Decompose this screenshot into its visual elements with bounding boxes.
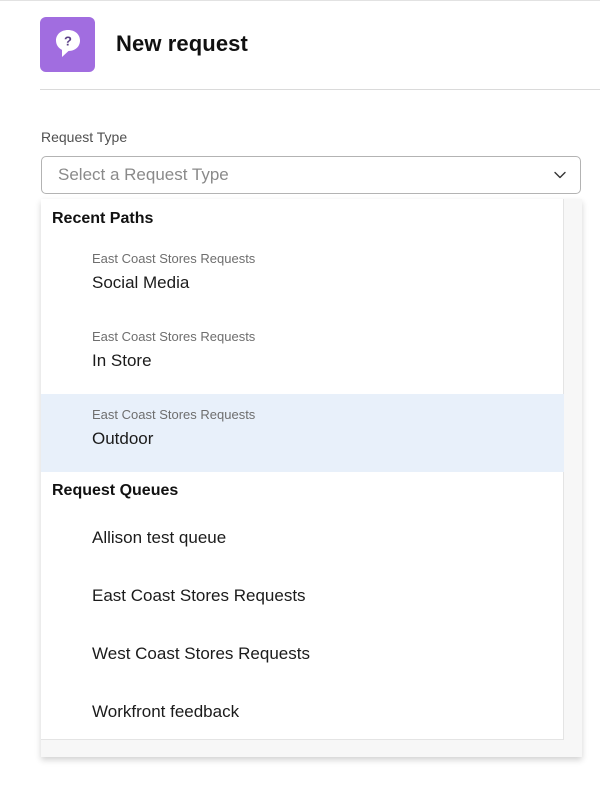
path-parent-label: East Coast Stores Requests — [92, 407, 256, 422]
recent-path-item[interactable]: East Coast Stores Requests In Store — [41, 316, 564, 394]
top-border — [0, 0, 600, 1]
chevron-down-icon[interactable] — [554, 171, 566, 179]
header-divider — [40, 89, 600, 90]
path-name-label: Social Media — [92, 273, 190, 292]
request-type-placeholder: Select a Request Type — [58, 165, 229, 184]
page-title: New request — [116, 31, 248, 56]
queue-item[interactable]: West Coast Stores Requests — [41, 630, 564, 680]
recent-paths-heading: Recent Paths — [52, 210, 154, 227]
page-header: ? New request — [40, 16, 248, 72]
queue-name-label: East Coast Stores Requests — [92, 586, 306, 605]
recent-path-item-highlighted[interactable]: East Coast Stores Requests Outdoor — [41, 394, 564, 472]
path-parent-label: East Coast Stores Requests — [92, 329, 256, 344]
queue-item[interactable]: Allison test queue — [41, 514, 564, 564]
request-queues-heading: Request Queues — [52, 482, 179, 499]
queue-name-label: Allison test queue — [92, 528, 227, 547]
question-chat-bubble-icon: ? — [40, 16, 95, 72]
path-name-label: Outdoor — [92, 429, 154, 448]
svg-text:?: ? — [64, 34, 72, 49]
queue-name-label: West Coast Stores Requests — [92, 644, 310, 663]
path-name-label: In Store — [92, 351, 152, 370]
request-type-select[interactable]: Select a Request Type — [41, 156, 581, 194]
path-parent-label: East Coast Stores Requests — [92, 251, 256, 266]
queue-item[interactable]: Workfront feedback — [41, 688, 564, 738]
queue-name-label: Workfront feedback — [92, 702, 240, 721]
queue-item[interactable]: East Coast Stores Requests — [41, 572, 564, 622]
dropdown-list: Recent Paths East Coast Stores Requests … — [41, 199, 564, 740]
request-type-label: Request Type — [41, 129, 128, 145]
recent-path-item[interactable]: East Coast Stores Requests Social Media — [41, 238, 564, 316]
